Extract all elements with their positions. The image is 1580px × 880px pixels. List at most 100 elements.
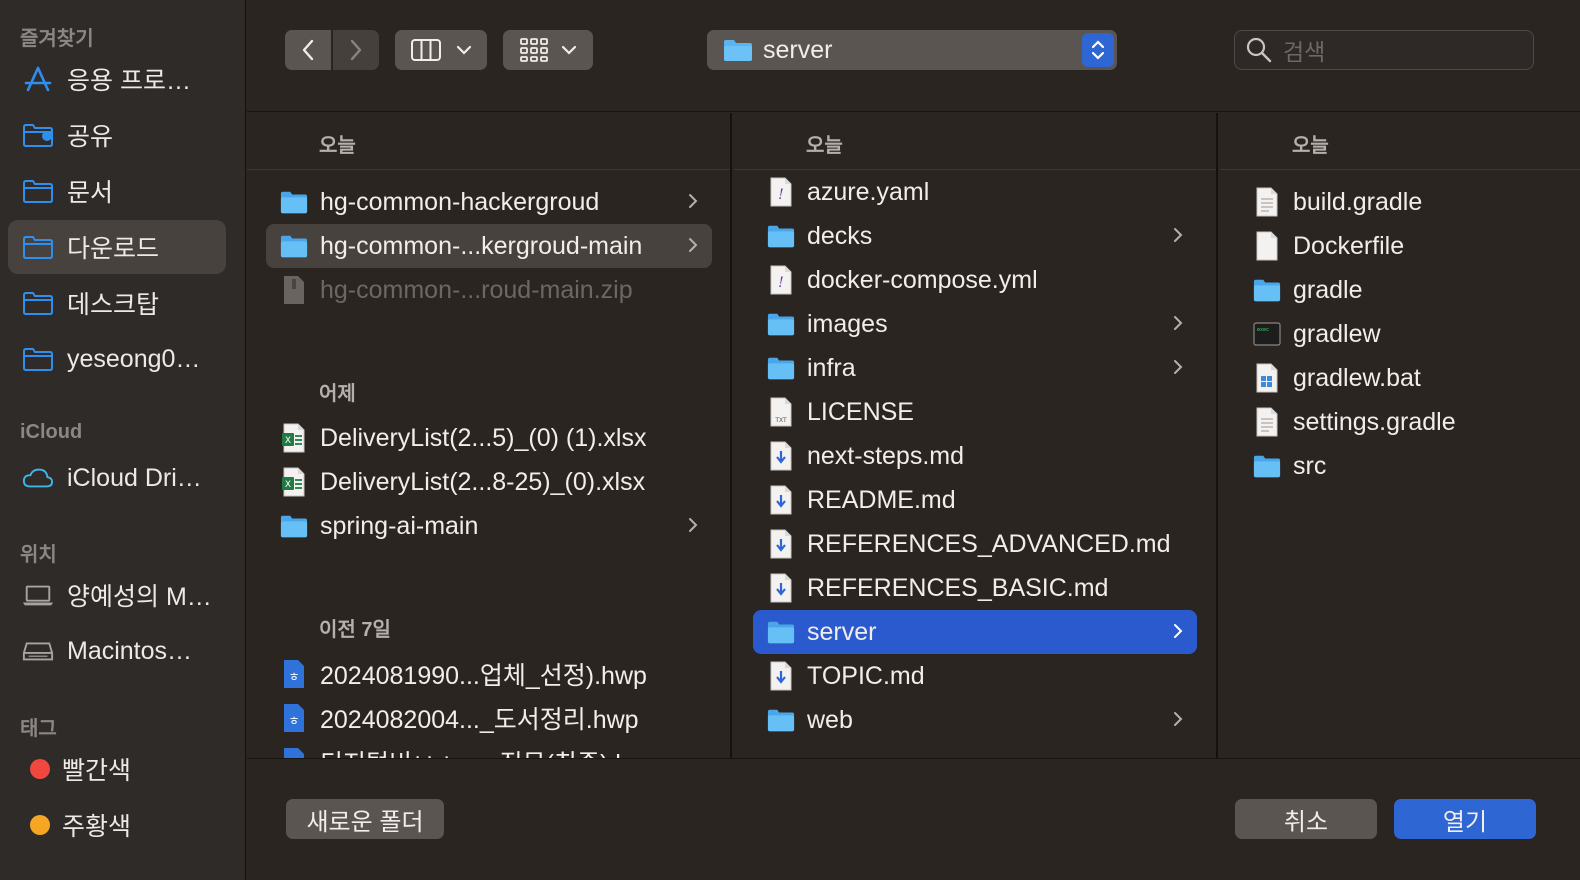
group-header: 이전 7일 <box>319 619 391 641</box>
open-file-dialog: 즐겨찾기 응용 프로… 공유 문서 다운로드 데스크탑 yeseong0… iCloud iCl… <box>0 0 1580 880</box>
excel-file-icon: X <box>280 467 308 497</box>
path-stepper[interactable] <box>1082 33 1114 67</box>
svg-text:X: X <box>285 436 291 446</box>
list-item[interactable]: ㅎ 2024082004..._도서정리.hwp <box>266 696 712 740</box>
sidebar-item-label: yeseong0… <box>67 344 201 373</box>
list-item[interactable]: images <box>753 302 1197 346</box>
group-header: 오늘 <box>806 135 843 157</box>
list-item[interactable]: server <box>753 610 1197 654</box>
sidebar-item[interactable]: 다운로드 <box>8 220 226 274</box>
svg-text:ㅎ: ㅎ <box>288 714 299 728</box>
list-item[interactable]: X DeliveryList(2...5)_(0) (1).xlsx <box>266 416 712 460</box>
sidebar-item[interactable]: 공유 <box>8 108 226 162</box>
list-item[interactable]: Dockerfile <box>1239 224 1559 268</box>
list-item[interactable]: exec gradlew <box>1239 312 1559 356</box>
list-item[interactable]: decks <box>753 214 1197 258</box>
column-project[interactable]: 오늘! azure.yaml decks! docker-compose.yml ima… <box>734 113 1218 758</box>
sidebar-item[interactable]: yeseong0… <box>8 332 226 386</box>
list-item-label: hg-common-hackergroud <box>320 187 600 216</box>
chevron-right-icon <box>1171 708 1185 730</box>
list-item[interactable]: infra <box>753 346 1197 390</box>
new-folder-button[interactable]: 새로운 폴더 <box>286 799 444 839</box>
sidebar-item[interactable]: 문서 <box>8 164 226 218</box>
forward-button[interactable] <box>333 30 379 70</box>
markdown-file-icon <box>767 485 795 515</box>
markdown-file-icon <box>767 661 795 691</box>
svg-text:exec: exec <box>1257 327 1269 333</box>
document-icon <box>1253 187 1281 217</box>
group-button[interactable] <box>503 30 593 70</box>
list-item[interactable]: TXT LICENSE <box>753 390 1197 434</box>
cancel-button[interactable]: 취소 <box>1235 799 1377 839</box>
folder-icon <box>22 233 54 261</box>
column-header <box>1220 113 1580 170</box>
list-item[interactable]: next-steps.md <box>753 434 1197 478</box>
list-item-label: README.md <box>807 485 956 514</box>
back-button[interactable] <box>285 30 331 70</box>
list-item-label: next-steps.md <box>807 441 965 470</box>
laptop-icon <box>22 581 54 609</box>
list-item[interactable]: spring-ai-main <box>266 504 712 548</box>
sidebar-item[interactable]: Macintos… <box>8 624 226 678</box>
folder-icon <box>22 289 54 317</box>
yaml-file-icon: ! <box>767 177 795 207</box>
list-item-label: REFERENCES_BASIC.md <box>807 573 1109 602</box>
chevron-left-icon <box>302 39 314 61</box>
column-downloads[interactable]: 오늘 hg-common-hackergroud hg-common-...kerg… <box>247 113 732 758</box>
list-item[interactable]: hg-common-...roud-main.zip <box>266 268 712 312</box>
svg-text:ㅎ: ㅎ <box>288 670 299 684</box>
folder-icon <box>1253 275 1281 305</box>
sidebar-item[interactable]: 데스크탑 <box>8 276 226 330</box>
folder-icon <box>767 221 795 251</box>
folder-icon <box>280 511 308 541</box>
open-button[interactable]: 열기 <box>1394 799 1536 839</box>
group-header: 오늘 <box>319 135 356 157</box>
list-item-label: azure.yaml <box>807 177 930 206</box>
shared-folder-icon <box>22 121 54 149</box>
column-server[interactable]: 오늘 build.gradle Dockerfile gradle exec gradle… <box>1220 113 1580 758</box>
yaml-file-icon: ! <box>767 265 795 295</box>
hwp-file-icon: ㅎ <box>280 703 308 733</box>
list-item[interactable]: hg-common-hackergroud <box>266 180 712 224</box>
sidebar-item[interactable]: 양예성의 M… <box>8 568 226 622</box>
drive-icon <box>22 637 54 665</box>
sidebar-item[interactable]: iCloud Dri… <box>8 451 226 505</box>
view-mode-button[interactable] <box>395 30 487 70</box>
list-item[interactable]: settings.gradle <box>1239 400 1559 444</box>
list-item-label: DeliveryList(2...5)_(0) (1).xlsx <box>320 423 647 452</box>
sidebar-item[interactable]: 주황색 <box>8 798 226 852</box>
chevron-right-icon <box>1171 620 1185 642</box>
columns-view-icon <box>411 39 441 61</box>
list-item-label: Dockerfile <box>1293 231 1405 260</box>
list-item[interactable]: src <box>1239 444 1559 488</box>
markdown-file-icon <box>767 529 795 559</box>
list-item[interactable]: REFERENCES_ADVANCED.md <box>753 522 1197 566</box>
list-item[interactable]: web <box>753 698 1197 742</box>
executable-icon: exec <box>1253 319 1281 349</box>
list-item[interactable]: README.md <box>753 478 1197 522</box>
list-item[interactable]: ㅎ 디지털비ㅂㅅ......직무(최종).hwp <box>266 740 712 758</box>
list-item[interactable]: gradlew.bat <box>1239 356 1559 400</box>
chevron-down-icon <box>456 45 472 55</box>
folder-icon <box>22 177 54 205</box>
list-item[interactable]: X DeliveryList(2...8-25)_(0).xlsx <box>266 460 712 504</box>
list-item[interactable]: ! docker-compose.yml <box>753 258 1197 302</box>
sidebar-item[interactable]: 응용 프로… <box>8 52 226 106</box>
folder-icon <box>22 345 54 373</box>
list-item-label: DeliveryList(2...8-25)_(0).xlsx <box>320 467 646 496</box>
folder-icon <box>280 231 308 261</box>
path-popup[interactable]: server <box>707 30 1117 70</box>
list-item[interactable]: build.gradle <box>1239 180 1559 224</box>
list-item[interactable]: gradle <box>1239 268 1559 312</box>
chevron-right-icon <box>1171 356 1185 378</box>
chevron-right-icon <box>686 514 700 536</box>
list-item[interactable]: hg-common-...kergroud-main <box>266 224 712 268</box>
folder-icon <box>280 187 308 217</box>
batch-file-icon <box>1253 363 1281 393</box>
search-field[interactable]: 검색 <box>1234 30 1534 70</box>
list-item[interactable]: ! azure.yaml <box>753 170 1197 214</box>
list-item[interactable]: REFERENCES_BASIC.md <box>753 566 1197 610</box>
list-item[interactable]: ㅎ 2024081990...업체_선정).hwp <box>266 652 712 696</box>
sidebar-item[interactable]: 빨간색 <box>8 742 226 796</box>
list-item[interactable]: TOPIC.md <box>753 654 1197 698</box>
